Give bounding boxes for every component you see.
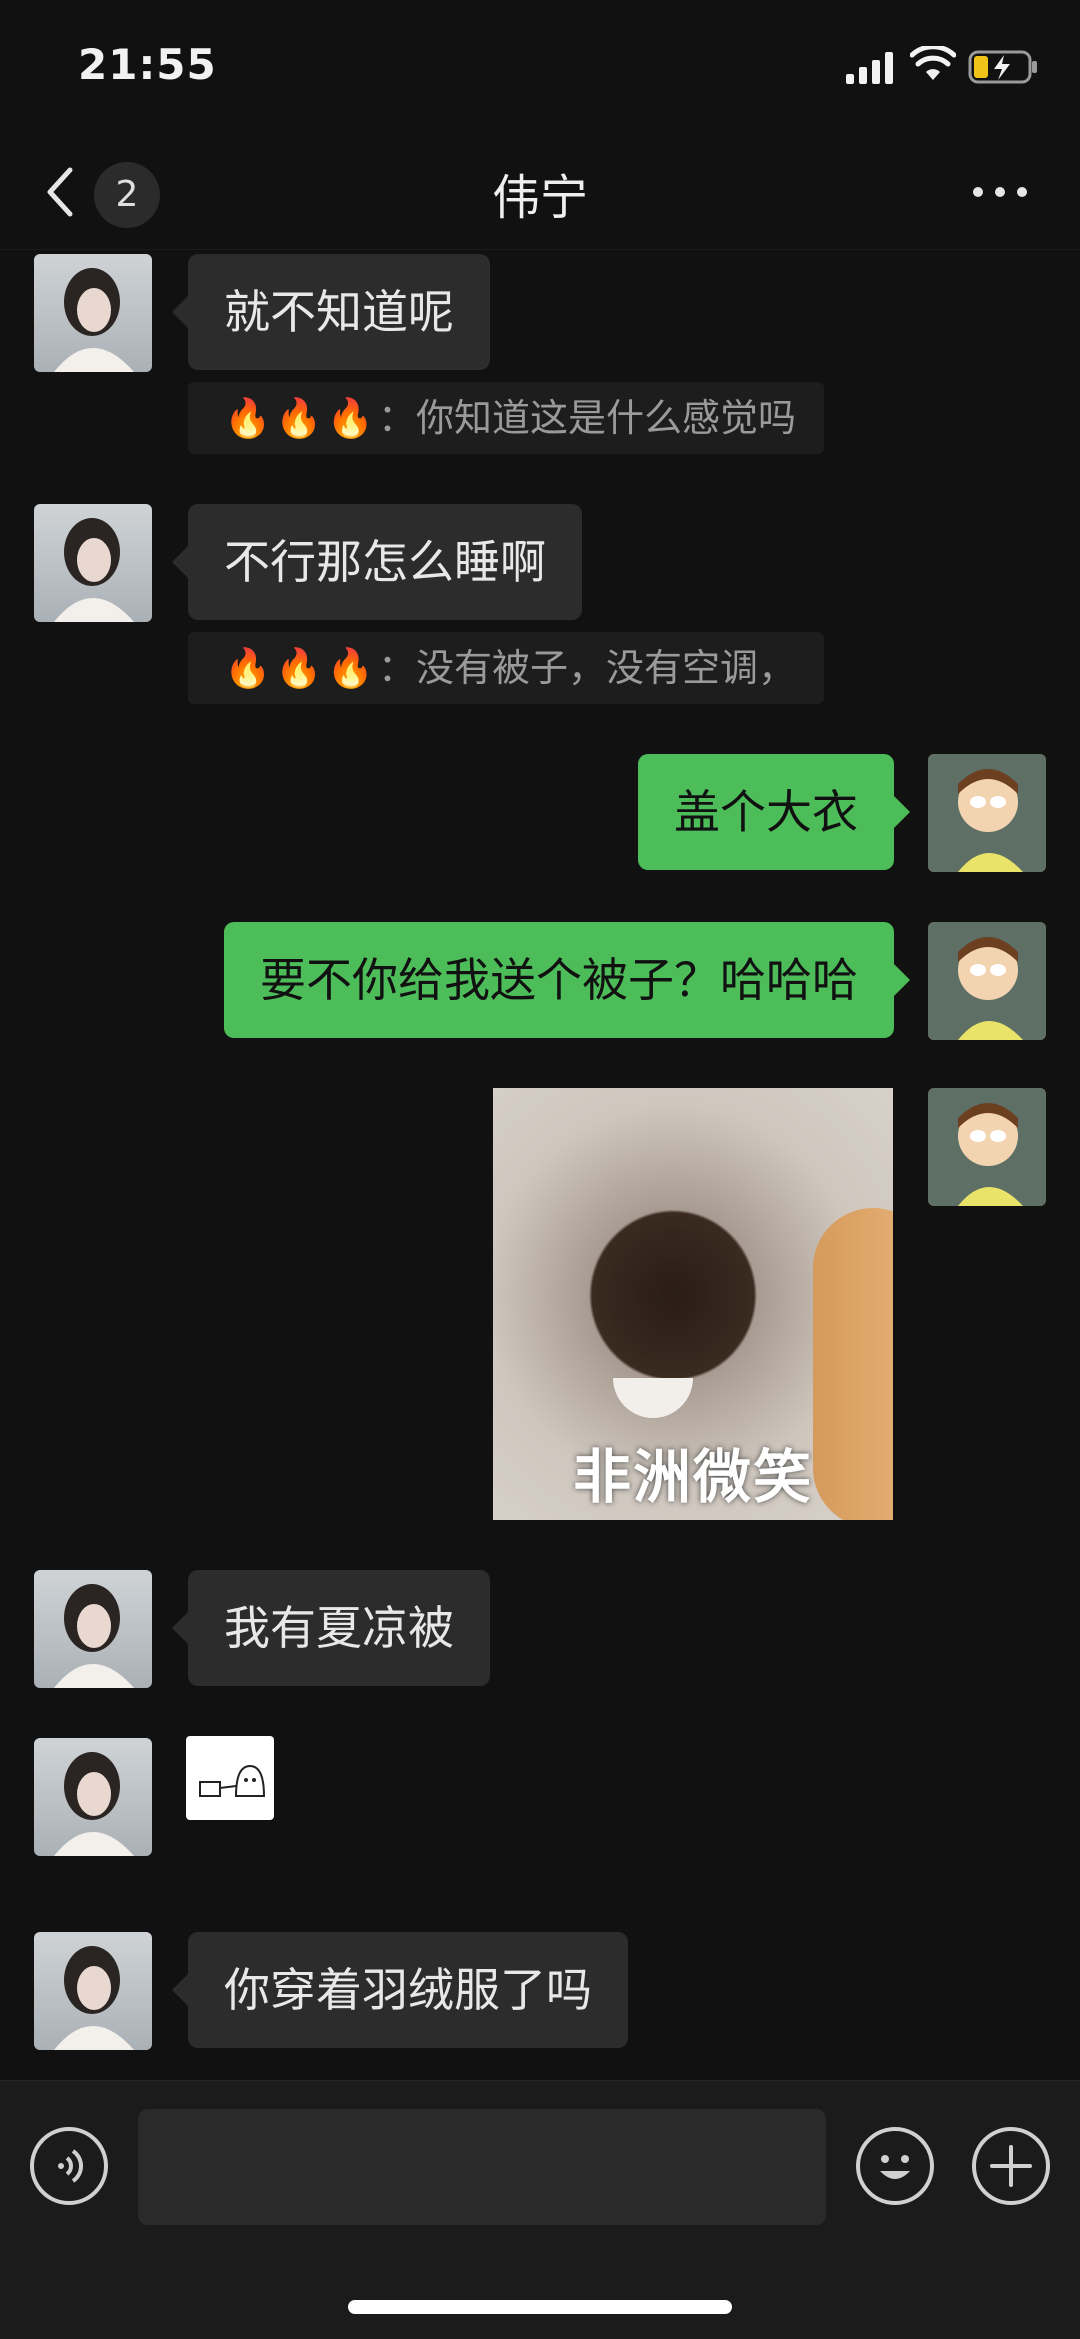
contact-avatar[interactable] (34, 1570, 152, 1688)
my-avatar[interactable] (928, 1088, 1046, 1206)
outgoing-message-bubble[interactable]: 盖个大衣 (638, 754, 910, 870)
chat-header: 2 伟宁 (0, 132, 1080, 250)
incoming-message-bubble[interactable]: 就不知道呢 (172, 254, 490, 370)
sticker-caption: 非洲微笑 (572, 1443, 813, 1511)
fire-emoji: 🔥🔥🔥 (224, 646, 378, 690)
contact-avatar[interactable] (34, 1738, 152, 1856)
contact-avatar[interactable] (34, 504, 152, 622)
more-options-icon[interactable] (970, 182, 1030, 202)
incoming-message-bubble[interactable]: 你穿着羽绒服了吗 (172, 1932, 628, 2048)
plus-icon (990, 2145, 1032, 2187)
doodle-sticker-image[interactable] (186, 1736, 274, 1820)
more-functions-button[interactable] (972, 2127, 1050, 2205)
outgoing-message-bubble[interactable]: 要不你给我送个被子？哈哈哈 (224, 922, 910, 1038)
status-bar: 21:55 (0, 0, 1080, 132)
quoted-text: ：你知道这是什么感觉吗 (377, 396, 796, 440)
voice-icon (58, 2149, 83, 2183)
quoted-text: ：没有被子，没有空调， (377, 646, 796, 690)
contact-name-title: 伟宁 (491, 170, 588, 226)
status-time: 21:55 (78, 40, 217, 89)
wifi-icon (910, 46, 956, 80)
fire-emoji: 🔥🔥🔥 (224, 396, 378, 440)
battery-charging-icon (968, 50, 1037, 84)
quoted-reply[interactable]: 🔥🔥🔥：没有被子，没有空调， (188, 632, 824, 704)
my-avatar[interactable] (928, 922, 1046, 1040)
message-input[interactable] (138, 2109, 826, 2225)
emoji-icon (880, 2155, 910, 2179)
incoming-message-bubble[interactable]: 我有夏凉被 (172, 1570, 490, 1686)
my-avatar[interactable] (928, 754, 1046, 872)
contact-avatar[interactable] (34, 254, 152, 372)
message-list[interactable]: 就不知道呢 🔥🔥🔥：你知道这是什么感觉吗 不行那怎么睡啊 🔥🔥🔥：没有被子，没有… (0, 250, 1080, 2080)
cellular-signal-icon (846, 52, 893, 84)
meme-sticker-image[interactable]: 非洲微笑 (493, 1088, 893, 1520)
contact-avatar[interactable] (34, 1932, 152, 2050)
emoji-button[interactable] (856, 2127, 934, 2205)
home-indicator[interactable] (348, 2300, 732, 2314)
voice-button[interactable] (30, 2127, 108, 2205)
quoted-reply[interactable]: 🔥🔥🔥：你知道这是什么感觉吗 (188, 382, 824, 454)
incoming-message-bubble[interactable]: 不行那怎么睡啊 (172, 504, 582, 620)
sticker-smile-shape (613, 1378, 693, 1418)
